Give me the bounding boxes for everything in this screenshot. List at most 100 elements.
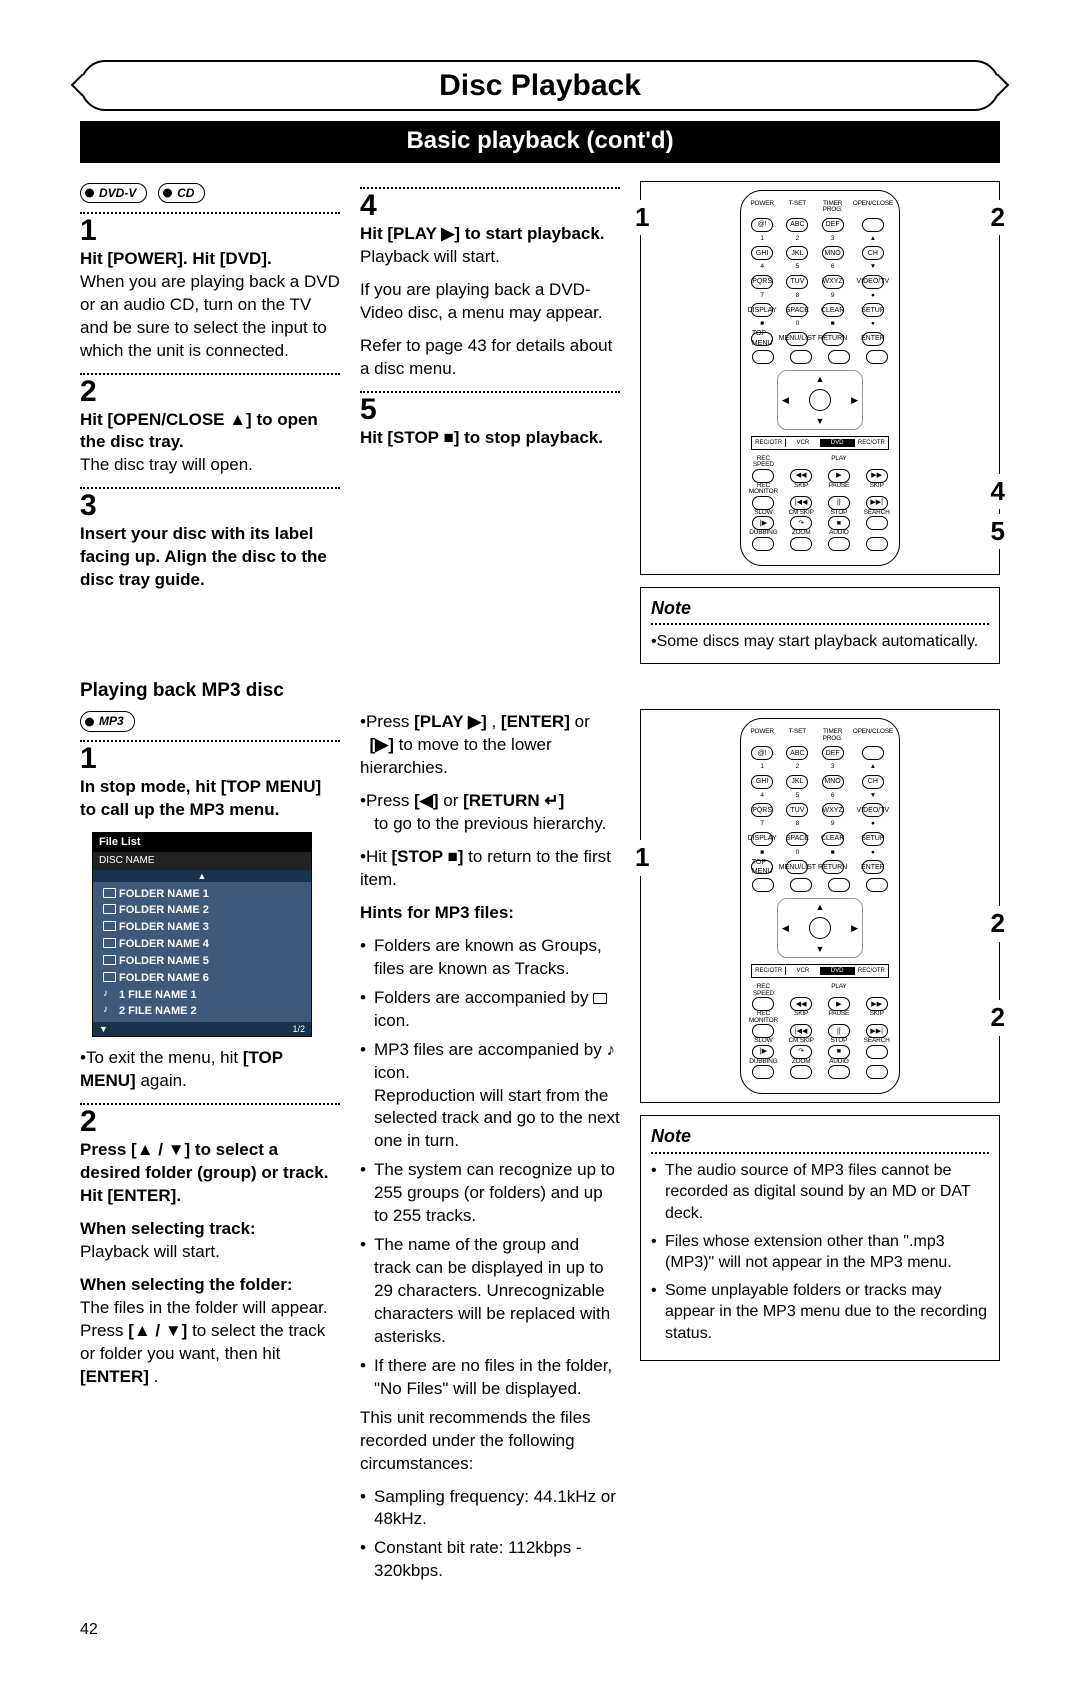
page-number: 42 (80, 1619, 1000, 1641)
remote-key: 1 (760, 236, 763, 243)
basic-col-mid: 4 Hit [PLAY ▶] to start playback. Playba… (360, 181, 620, 664)
remote-key (828, 1065, 850, 1079)
remote-key: MENU/LIST (786, 332, 808, 346)
remote-key: JKL (786, 775, 808, 789)
note-mp3: Note The audio source of MP3 files canno… (640, 1115, 1000, 1361)
remote-key: SPACE (786, 832, 808, 846)
remote-key: 5 (796, 793, 799, 800)
callout-2a: 2 (991, 906, 1005, 941)
remote-key (790, 1065, 812, 1079)
remote-key: VIDEO/TV (862, 803, 884, 817)
basic-col-right: 1 2 4 5 POWERT-SETTIMER PROG.OPEN/CLOSE@… (640, 181, 1000, 664)
remote-key: VIDEO/TV (862, 275, 884, 289)
remote-key: 7 (760, 293, 763, 300)
remote-key: WXYZ (822, 275, 844, 289)
remote-key: 0 (796, 321, 799, 328)
remote-key: 2 (796, 764, 799, 771)
step-1-body: When you are playing back a DVD or an au… (80, 272, 340, 360)
file-list-body: FOLDER NAME 1FOLDER NAME 2FOLDER NAME 3F… (93, 882, 311, 1023)
file-list-title: File List (93, 833, 311, 852)
step-4-b1: Playback will start. (360, 247, 500, 266)
callout-2: 2 (991, 200, 1005, 235)
remote-key: 4 (760, 264, 763, 271)
remote-key: ▶ (828, 997, 850, 1011)
file-list-scroll-up: ▲ (93, 870, 311, 882)
remote-key: CH (862, 775, 884, 789)
remote-key: ↷ (790, 1045, 812, 1059)
section-bar: Basic playback (cont'd) (80, 121, 1000, 163)
remote-key (752, 1065, 774, 1079)
rec-2: Constant bit rate: 112kbps - 320kbps. (360, 1537, 620, 1583)
remote-key: ■ (760, 321, 764, 328)
remote-key: CH (862, 246, 884, 260)
file-list-row: FOLDER NAME 1 (97, 886, 307, 903)
remote-key: ▶ (828, 469, 850, 483)
hints-list: Folders are known as Groups, files are k… (360, 935, 620, 1401)
remote-key (752, 1024, 774, 1038)
mp3-col-left: MP3 1 In stop mode, hit [TOP MENU] to ca… (80, 709, 340, 1589)
note-title: Note (651, 1124, 989, 1148)
hint-6: If there are no files in the folder, "No… (360, 1355, 620, 1401)
remote-key: ■ (831, 850, 835, 857)
remote-key: ↷ (790, 516, 812, 530)
mp3-step-1-num: 1 (80, 744, 340, 774)
sel-folder: When selecting the folder: The files in … (80, 1274, 340, 1389)
remote-key (828, 350, 850, 364)
remote-key: MNO (822, 246, 844, 260)
sel-track-b: Playback will start. (80, 1242, 220, 1261)
remote-key: ▲ (870, 236, 876, 243)
step-4-b2: If you are playing back a DVD-Video disc… (360, 279, 620, 325)
remote-key: ▼ (870, 793, 876, 800)
step-2-head: Hit [OPEN/CLOSE ▲] to open the disc tray… (80, 410, 318, 452)
step-4-b3: Refer to page 43 for details about a dis… (360, 335, 620, 381)
mp3-step-1-head: In stop mode, hit [TOP MENU] to call up … (80, 776, 340, 822)
mp3-step-2-num: 2 (80, 1107, 340, 1137)
file-list-row: FOLDER NAME 4 (97, 936, 307, 953)
remote-key: ABC (786, 746, 808, 760)
remote-key: MENU/LIST (786, 860, 808, 874)
rec-list: Sampling frequency: 44.1kHz or 48kHz. Co… (360, 1486, 620, 1584)
remote-key: 9 (831, 293, 834, 300)
step-2: Hit [OPEN/CLOSE ▲] to open the disc tray… (80, 409, 340, 478)
remote-key: ■ (828, 1045, 850, 1059)
disc-badges: DVD-V CD (80, 181, 340, 204)
basic-section: DVD-V CD 1 Hit [POWER]. Hit [DVD]. When … (80, 181, 1000, 664)
note-basic: Note •Some discs may start playback auto… (640, 587, 1000, 664)
remote-key: TIMER PROG. (817, 729, 847, 742)
remote-key (752, 878, 774, 892)
remote-key (862, 218, 884, 232)
remote-key: GHI (751, 246, 773, 260)
badge-cd: CD (158, 183, 205, 203)
remote-key: DEF (822, 746, 844, 760)
remote-dpad: ▲▼◀▶ (777, 898, 863, 958)
remote-key: || (828, 496, 850, 510)
callout-1: 1 (635, 200, 649, 235)
remote-key: DEF (822, 218, 844, 232)
remote-key (790, 878, 812, 892)
remote-dpad: ▲▼◀▶ (777, 370, 863, 430)
badge-mp3: MP3 (80, 711, 135, 731)
file-list-row: FOLDER NAME 6 (97, 970, 307, 987)
hints-head: Hints for MP3 files: (360, 902, 620, 925)
mp3-nav-1: •Press [PLAY ▶] , [ENTER] or [▶] to move… (360, 711, 620, 780)
mp3-section: MP3 1 In stop mode, hit [TOP MENU] to ca… (80, 709, 1000, 1589)
step-4: Hit [PLAY ▶] to start playback. Playback… (360, 223, 620, 269)
step-3-head: Insert your disc with its label facing u… (80, 523, 340, 592)
mp3-nav-2: •Press [◀] or [RETURN ↵] to go to the pr… (360, 790, 620, 836)
remote-mode-row: REC/OTRVCRDVDREC/OTR (751, 964, 889, 978)
remote-key (752, 496, 774, 510)
step-1-head: Hit [POWER]. Hit [DVD]. (80, 249, 272, 268)
hint-3: MP3 files are accompanied by ♪ icon. Rep… (360, 1039, 620, 1154)
remote-key: PQRS (751, 803, 773, 817)
file-list-row: FOLDER NAME 3 (97, 919, 307, 936)
rule (360, 187, 620, 189)
remote-key (790, 350, 812, 364)
remote-key: PQRS (751, 275, 773, 289)
note-m2: Files whose extension other than ".mp3 (… (651, 1231, 989, 1274)
step-4-head: Hit [PLAY ▶] to start playback. (360, 224, 605, 243)
hint-4: The system can recognize up to 255 group… (360, 1159, 620, 1228)
remote-key: DISPLAY (751, 303, 773, 317)
rec-intro: This unit recommends the files recorded … (360, 1407, 620, 1476)
step-1-num: 1 (80, 216, 340, 246)
remote-key: 8 (796, 293, 799, 300)
